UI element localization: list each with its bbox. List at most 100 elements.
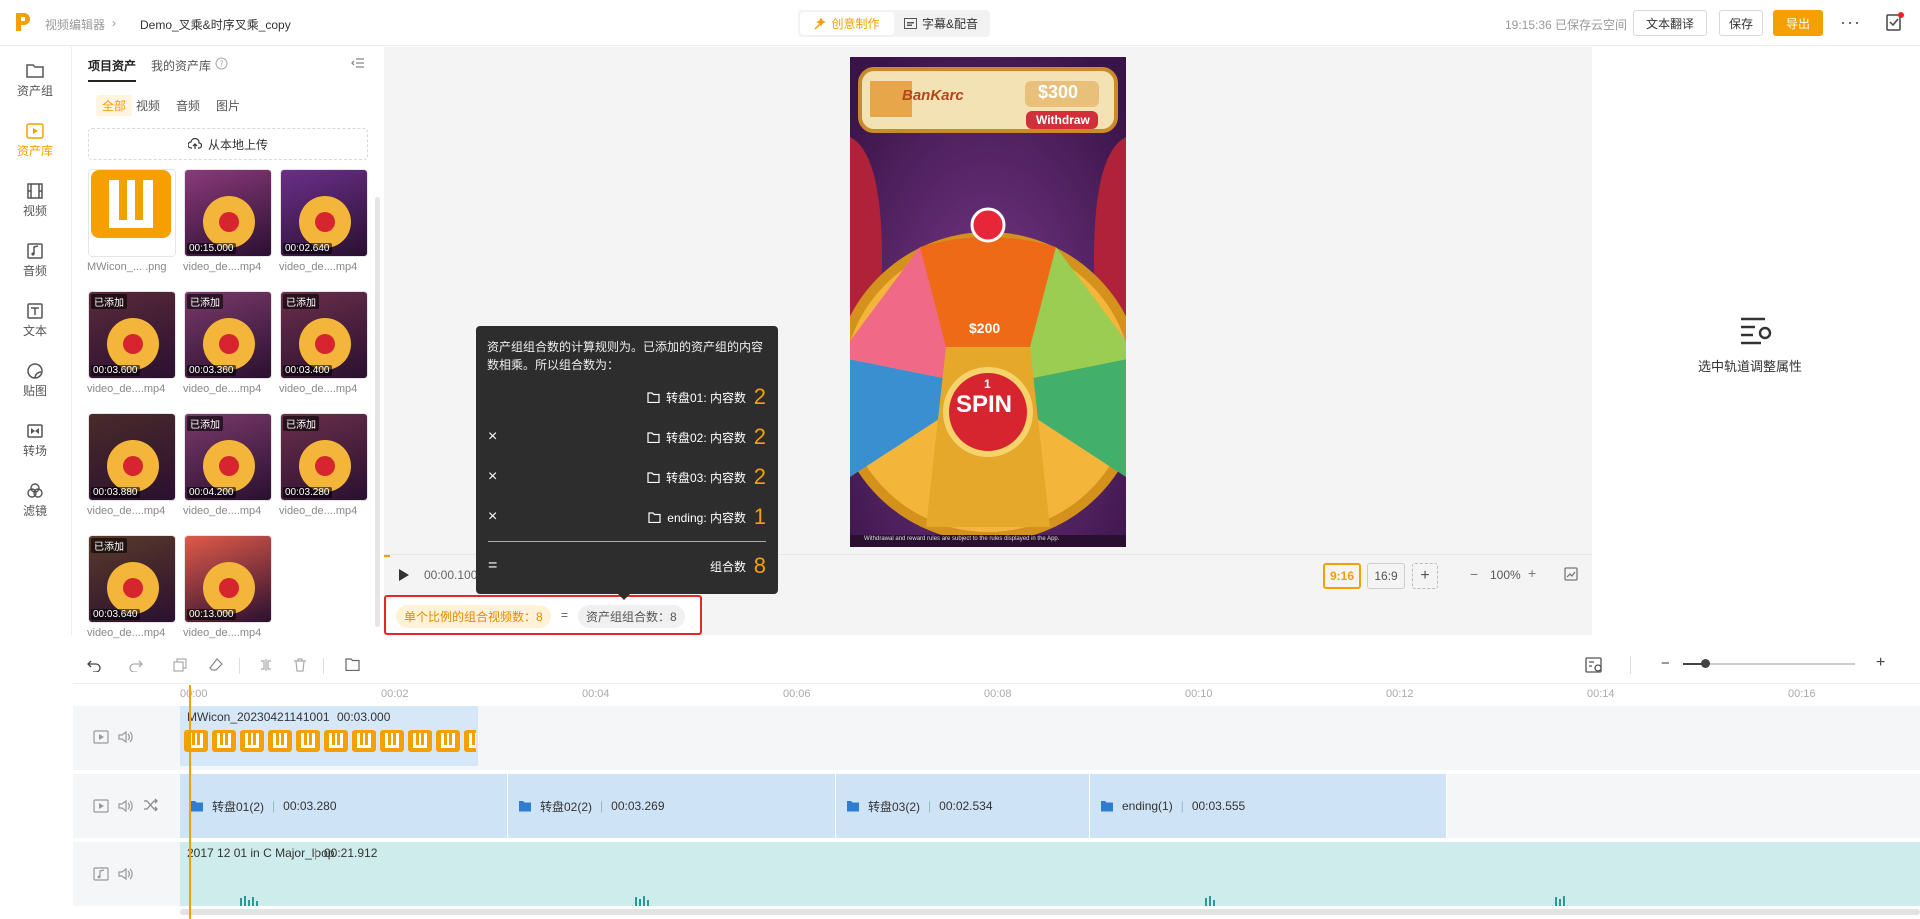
audio-clip-name: 2017 12 01 in C Major_loop: [187, 846, 335, 860]
group-clip-name: ending(1): [1122, 799, 1173, 813]
nav-audio[interactable]: 音频: [0, 235, 70, 287]
asset-thumbnail[interactable]: 已添加 00:03.280: [280, 413, 368, 501]
fit-timeline-icon[interactable]: [1585, 656, 1603, 674]
app-logo-icon[interactable]: [14, 11, 32, 33]
volume-icon[interactable]: [117, 730, 133, 744]
sticker-clip[interactable]: MWicon_20230421141001 00:03.000: [180, 706, 478, 766]
nav-video[interactable]: 视频: [0, 175, 70, 227]
nav-asset-group[interactable]: 资产组: [0, 55, 70, 107]
timeline-zoom-in-icon[interactable]: +: [1876, 654, 1885, 672]
timeline-scrollbar[interactable]: [180, 909, 1920, 915]
asset-thumbnail[interactable]: 已添加 00:03.600: [88, 291, 176, 379]
tab-subtitle[interactable]: 字幕&配音: [894, 12, 988, 35]
playhead[interactable]: [189, 685, 191, 919]
nav-text[interactable]: 文本: [0, 295, 70, 347]
nav-sticker[interactable]: 贴图: [0, 355, 70, 407]
nav-filter[interactable]: 滤镜: [0, 475, 70, 527]
timeline-zoom-out-icon[interactable]: −: [1661, 655, 1670, 672]
video-track-icon[interactable]: [93, 799, 109, 813]
delete-icon[interactable]: [293, 658, 307, 672]
nav-transition[interactable]: 转场: [0, 415, 70, 467]
group-clip[interactable]: ending(1) | 00:03.555: [1090, 774, 1447, 838]
asset-thumbnail[interactable]: 00:02.640: [280, 169, 368, 257]
chevron-right-icon: ›: [112, 16, 116, 30]
asset-thumbnail[interactable]: 00:13.000: [184, 535, 272, 623]
zoom-in-icon[interactable]: +: [1528, 565, 1536, 581]
subtitle-icon: [903, 18, 917, 29]
audio-clip[interactable]: 2017 12 01 in C Major_loop | 00:21.912: [180, 842, 1920, 906]
group-clip[interactable]: 转盘01(2) | 00:03.280: [180, 774, 508, 838]
nav-asset-library[interactable]: 资产库: [0, 115, 70, 167]
video-track-icon[interactable]: [93, 730, 109, 744]
group-clip[interactable]: 转盘03(2) | 00:02.534: [836, 774, 1090, 838]
volume-icon[interactable]: [117, 867, 133, 881]
group-clip-duration: 00:03.269: [611, 799, 665, 813]
music-icon[interactable]: [93, 867, 109, 881]
tooltip-row-label: 转盘03: 内容数: [665, 470, 746, 485]
help-icon[interactable]: ?: [215, 57, 228, 70]
current-time: 00:00.100: [424, 568, 478, 582]
tab-project-assets[interactable]: 项目资产: [88, 57, 137, 82]
asset-scrollbar[interactable]: [375, 197, 380, 627]
asset-thumbnail[interactable]: 已添加 00:03.400: [280, 291, 368, 379]
asset-thumbnail[interactable]: 已添加 00:03.640: [88, 535, 176, 623]
filmstrip-frame: [240, 730, 264, 752]
split-icon[interactable]: [259, 658, 273, 672]
filter-all[interactable]: 全部: [96, 95, 133, 116]
task-list-icon[interactable]: [1884, 12, 1904, 32]
volume-icon[interactable]: [117, 799, 133, 813]
play-icon[interactable]: [398, 568, 410, 582]
zoom-out-icon[interactable]: −: [1470, 566, 1478, 582]
asset-thumbnail[interactable]: 已添加 00:03.360: [184, 291, 272, 379]
asset-thumbnail[interactable]: 已添加 00:04.200: [184, 413, 272, 501]
shuffle-icon[interactable]: [143, 798, 159, 812]
undo-icon[interactable]: [87, 658, 101, 672]
video-preview[interactable]: BanKarc $300 Withdraw $200 1 SPIN Withdr…: [850, 57, 1126, 547]
audio-clip-duration: 00:21.912: [324, 846, 378, 860]
asset-thumbnail-image: [89, 170, 175, 256]
timeline-zoom-slider[interactable]: [1683, 659, 1855, 668]
progress-indicator[interactable]: [384, 555, 390, 557]
tooltip-row-count: 2: [753, 424, 766, 449]
asset-thumbnail[interactable]: 00:03.880: [88, 413, 176, 501]
collapse-panel-icon[interactable]: [351, 57, 365, 69]
project-name[interactable]: Demo_叉乘&时序叉乘_copy: [140, 16, 291, 33]
tooltip-row-count: 2: [753, 464, 766, 489]
ratio-9-16[interactable]: 9:16: [1323, 563, 1361, 589]
export-button[interactable]: 导出: [1773, 10, 1823, 36]
add-ratio-button[interactable]: +: [1412, 563, 1438, 589]
asset-thumbnail[interactable]: [88, 169, 176, 257]
breadcrumb-root[interactable]: 视频编辑器: [45, 16, 105, 33]
save-button[interactable]: 保存: [1719, 10, 1763, 36]
ruler-tick-label: 00:10: [1185, 688, 1213, 700]
folder-icon[interactable]: [345, 658, 360, 671]
ratio-16-9[interactable]: 16:9: [1367, 563, 1405, 589]
separator: |: [314, 846, 318, 860]
group-clip[interactable]: 转盘02(2) | 00:03.269: [508, 774, 836, 838]
magic-wand-icon: [814, 17, 827, 30]
translate-button[interactable]: 文本翻译: [1633, 10, 1707, 36]
asset-name: video_de....mp4: [87, 383, 166, 395]
filter-image[interactable]: 图片: [216, 97, 240, 114]
eraser-icon[interactable]: [209, 658, 223, 672]
copy-icon[interactable]: [173, 658, 187, 672]
asset-thumbnail[interactable]: 00:15.000: [184, 169, 272, 257]
separator: |: [600, 799, 604, 813]
filter-video[interactable]: 视频: [136, 97, 160, 114]
audio-waveform: [240, 896, 1565, 906]
nav-audio-label: 音频: [22, 264, 47, 278]
asset-duration: 00:02.640: [283, 243, 332, 254]
nav-asset-group-label: 资产组: [16, 84, 53, 98]
toolbar-divider: [239, 658, 240, 674]
redo-icon[interactable]: [129, 658, 143, 672]
nav-text-label: 文本: [22, 324, 47, 338]
play-square-icon: [26, 123, 44, 139]
filter-audio[interactable]: 音频: [176, 97, 200, 114]
upload-local-button[interactable]: 从本地上传: [88, 128, 368, 160]
more-icon[interactable]: ···: [1840, 12, 1861, 33]
timeline-zoom-handle[interactable]: [1701, 659, 1710, 668]
tab-my-assets[interactable]: 我的资产库: [151, 57, 211, 74]
tab-creative[interactable]: 创意制作: [800, 12, 894, 35]
tooltip-row-count: 1: [753, 504, 766, 529]
fullscreen-icon[interactable]: [1564, 567, 1578, 581]
